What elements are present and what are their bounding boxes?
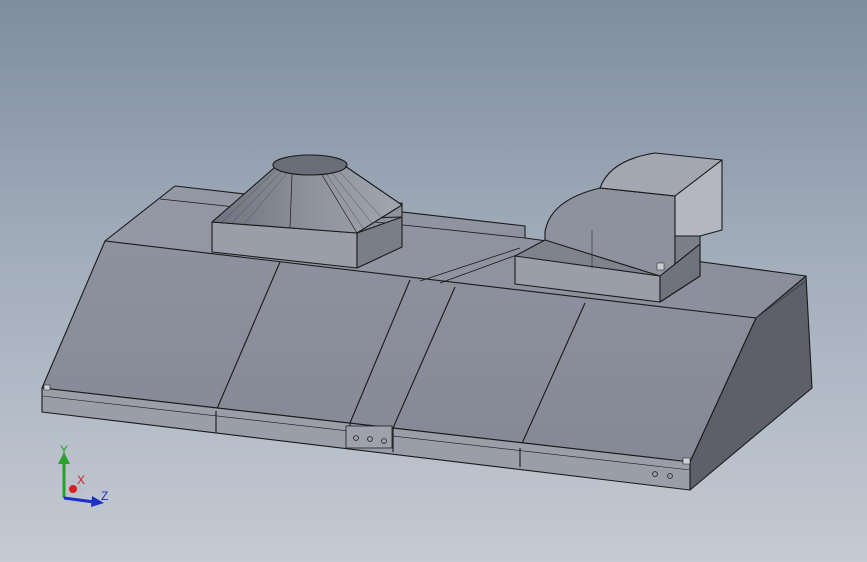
coordinate-triad: Y X Z [44,440,124,520]
axis-y-arrow [58,452,70,498]
round-duct-transition [211,154,403,269]
axis-y-label: Y [60,443,68,457]
axis-x-label: X [77,473,85,487]
axis-z-label: Z [101,489,108,503]
square-duct-elbow [514,152,723,303]
range-hood-model[interactable] [41,152,813,491]
3d-model-viewport[interactable] [0,0,867,562]
axis-z-arrow [63,496,104,507]
